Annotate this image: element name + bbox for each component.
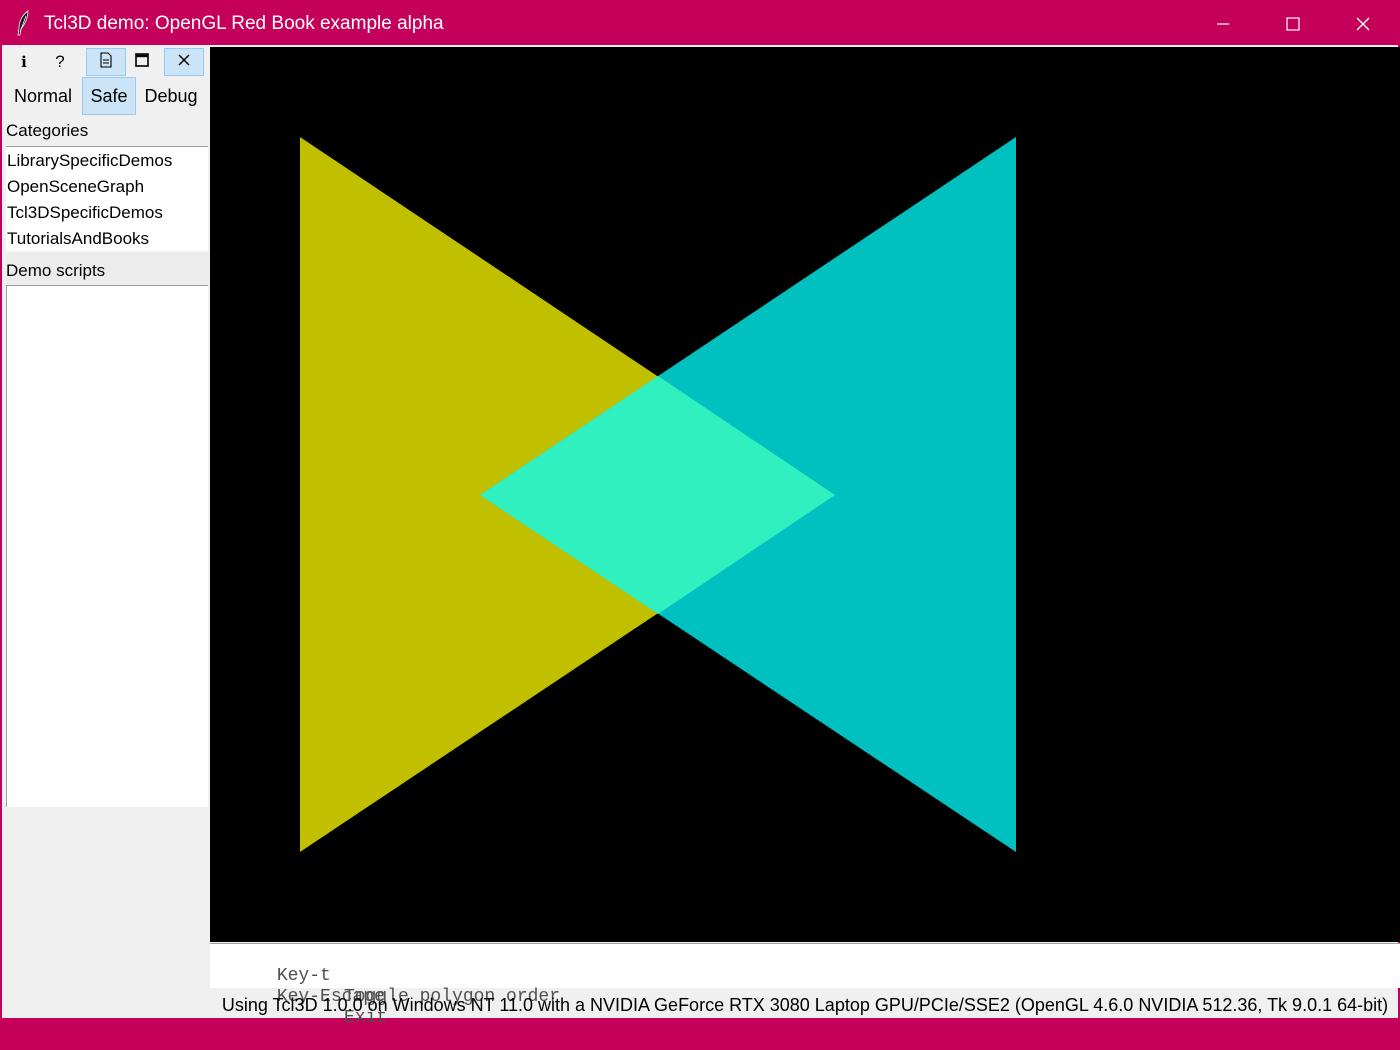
key-help-line: Key-t Toggle polygon order: [212, 945, 560, 1007]
view-source-button[interactable]: [86, 48, 126, 76]
list-item[interactable]: OpenSceneGraph: [6, 174, 208, 200]
title-bar[interactable]: Tcl3D demo: OpenGL Red Book example alph…: [2, 2, 1398, 45]
mode-debug-button[interactable]: Debug: [138, 77, 204, 115]
close-window-button[interactable]: [1328, 2, 1398, 45]
info-button[interactable]: i: [4, 48, 44, 76]
feather-icon: [14, 10, 34, 36]
help-icon: ?: [55, 52, 65, 71]
demo-scripts-list[interactable]: [6, 285, 208, 807]
window-title: Tcl3D demo: OpenGL Red Book example alph…: [44, 13, 444, 34]
alpha-blend-scene: [300, 137, 1016, 852]
window-icon: [134, 52, 150, 73]
mode-safe-button[interactable]: Safe: [82, 77, 136, 115]
app-window: Tcl3D demo: OpenGL Red Book example alph…: [0, 0, 1400, 1028]
mode-normal-button[interactable]: Normal: [6, 77, 80, 115]
help-button[interactable]: ?: [40, 48, 80, 76]
categories-label: Categories: [6, 121, 89, 140]
minimize-button[interactable]: [1188, 2, 1258, 45]
demo-scripts-label: Demo scripts: [6, 261, 106, 280]
info-icon: i: [21, 53, 27, 71]
maximize-icon: [1285, 16, 1301, 32]
opengl-canvas[interactable]: [210, 47, 1400, 942]
status-bar: Using Tcl3D 1.0.0 on Windows NT 11.0 wit…: [221, 995, 1389, 1015]
minimize-icon: [1215, 16, 1231, 32]
window-button[interactable]: [122, 48, 162, 76]
mode-selector: Normal Safe Debug: [4, 77, 210, 115]
toolbar: i ?: [4, 48, 210, 76]
categories-list[interactable]: LibrarySpecificDemos OpenSceneGraph Tcl3…: [6, 146, 208, 251]
list-item[interactable]: TutorialsAndBooks: [6, 226, 208, 252]
list-item[interactable]: Tcl3DSpecificDemos: [6, 200, 208, 226]
close-demo-button[interactable]: [164, 48, 204, 76]
key-help-line: Key-Escape Exit: [212, 966, 387, 1028]
close-icon: [1355, 16, 1371, 32]
key-help-panel: Key-t Toggle polygon order Key-Escape Ex…: [210, 943, 1400, 1028]
close-icon: [177, 53, 191, 72]
maximize-button[interactable]: [1258, 2, 1328, 45]
document-icon: [99, 51, 113, 73]
list-item[interactable]: LibrarySpecificDemos: [6, 148, 208, 174]
sidebar: i ? Normal Safe Debug Categories Library…: [4, 45, 210, 992]
